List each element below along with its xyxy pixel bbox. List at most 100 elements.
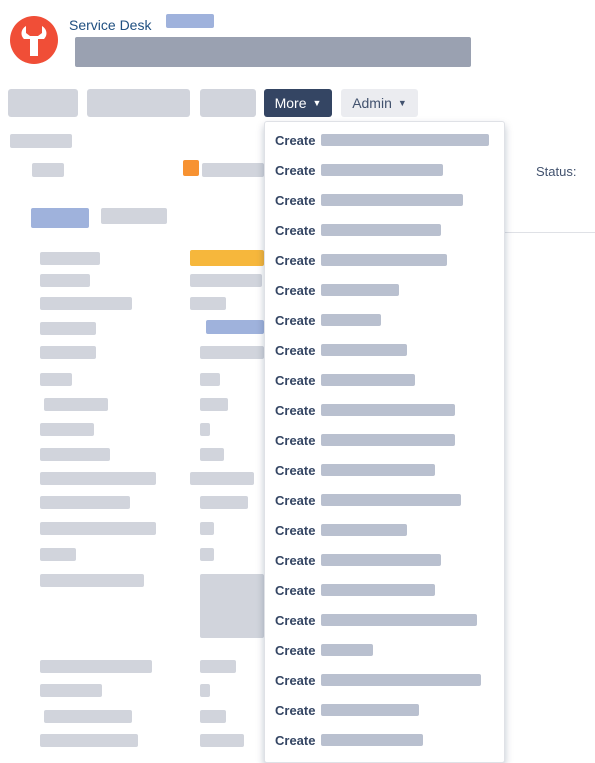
menu-item-redacted-text: [321, 374, 415, 386]
detail-label-redacted: [40, 496, 130, 509]
menu-item-redacted-text: [321, 194, 463, 206]
menu-item-create[interactable]: Create: [265, 635, 504, 665]
menu-item-create[interactable]: Create: [265, 665, 504, 695]
menu-item-redacted-text: [321, 704, 419, 716]
menu-item-create[interactable]: Create: [265, 575, 504, 605]
menu-item-create[interactable]: Create: [265, 545, 504, 575]
menu-item-redacted-text: [321, 344, 407, 356]
menu-item-create[interactable]: Create: [265, 395, 504, 425]
detail-value-redacted: [200, 398, 228, 411]
field-value-redacted: [202, 163, 264, 177]
chevron-down-icon: ▼: [397, 97, 407, 108]
menu-item-label: Create: [275, 282, 316, 298]
menu-item-create[interactable]: Create: [265, 725, 504, 755]
menu-item-redacted-text: [321, 524, 407, 536]
detail-label-redacted: [40, 297, 132, 310]
detail-label-redacted: [40, 660, 152, 673]
service-desk-logo-icon[interactable]: [10, 16, 58, 64]
menu-item-create[interactable]: Create: [265, 245, 504, 275]
menu-item-create[interactable]: Create: [265, 275, 504, 305]
tab-redacted-active[interactable]: [31, 208, 89, 228]
menu-item-create[interactable]: Create: [265, 125, 504, 155]
more-button-label: More: [274, 95, 307, 111]
more-dropdown-menu: Create Create Create Create Create Creat…: [264, 121, 505, 763]
menu-item-redacted-text: [321, 314, 381, 326]
menu-item-redacted-text: [321, 494, 461, 506]
menu-item-redacted-text: [321, 584, 435, 596]
detail-value-redacted: [200, 660, 236, 673]
detail-label-redacted: [40, 322, 96, 335]
menu-item-label: Create: [275, 612, 316, 628]
detail-value-redacted: [200, 373, 220, 386]
menu-item-create[interactable]: Create: [265, 605, 504, 635]
detail-value-redacted: [200, 574, 264, 638]
detail-value-redacted: [200, 448, 224, 461]
menu-item-redacted-text: [321, 134, 489, 146]
detail-label-redacted: [40, 472, 156, 485]
detail-label-redacted: [40, 274, 90, 287]
menu-item-label: Create: [275, 522, 316, 538]
detail-label-redacted: [40, 574, 144, 587]
detail-value-redacted: [200, 734, 244, 747]
detail-label-redacted: [44, 398, 108, 411]
tab-redacted[interactable]: [101, 208, 167, 224]
menu-item-redacted-text: [321, 164, 443, 176]
menu-item-redacted-text: [321, 644, 373, 656]
breadcrumb-project-redacted[interactable]: [166, 14, 214, 28]
detail-label-redacted: [44, 710, 132, 723]
menu-item-redacted-text: [321, 254, 447, 266]
menu-item-create[interactable]: Create: [265, 335, 504, 365]
field-label-redacted: [32, 163, 64, 177]
page-title-redacted: [75, 37, 471, 67]
admin-button-label: Admin: [352, 95, 392, 111]
menu-item-create[interactable]: Create: [265, 515, 504, 545]
menu-item-label: Create: [275, 312, 316, 328]
menu-item-label: Create: [275, 672, 316, 688]
detail-value-redacted: [200, 346, 264, 359]
status-label: Status:: [536, 164, 577, 179]
toolbar-button-redacted-1[interactable]: [8, 89, 78, 117]
menu-item-label: Create: [275, 492, 316, 508]
menu-item-label: Create: [275, 192, 316, 208]
menu-item-redacted-text: [321, 464, 435, 476]
menu-item-redacted-text: [321, 614, 477, 626]
issue-type-icon: [183, 160, 199, 176]
menu-item-create[interactable]: Create: [265, 695, 504, 725]
menu-item-label: Create: [275, 462, 316, 478]
menu-item-redacted-text: [321, 734, 423, 746]
menu-item-create[interactable]: Create: [265, 215, 504, 245]
detail-value-redacted: [200, 496, 248, 509]
status-divider: [505, 232, 595, 233]
menu-item-create[interactable]: Create: [265, 365, 504, 395]
menu-item-redacted-text: [321, 224, 441, 236]
more-button[interactable]: More ▼: [264, 89, 332, 117]
menu-item-create[interactable]: Create: [265, 185, 504, 215]
menu-item-redacted-text: [321, 404, 455, 416]
toolbar-button-redacted-3[interactable]: [200, 89, 256, 117]
menu-item-create[interactable]: Create: [265, 155, 504, 185]
menu-item-label: Create: [275, 132, 316, 148]
menu-item-redacted-text: [321, 434, 455, 446]
menu-item-create[interactable]: Create: [265, 485, 504, 515]
menu-item-create[interactable]: Create: [265, 305, 504, 335]
admin-button[interactable]: Admin ▼: [341, 89, 418, 117]
menu-item-redacted-text: [321, 284, 399, 296]
detail-label-redacted: [40, 448, 110, 461]
menu-item-label: Create: [275, 732, 316, 748]
menu-item-label: Create: [275, 162, 316, 178]
breadcrumb-service-desk[interactable]: Service Desk: [69, 17, 151, 33]
detail-label-redacted: [40, 346, 96, 359]
menu-item-create[interactable]: Create: [265, 425, 504, 455]
detail-link-redacted[interactable]: [206, 320, 264, 334]
detail-label-redacted: [40, 522, 156, 535]
detail-label-redacted: [40, 548, 76, 561]
detail-value-redacted: [200, 423, 210, 436]
menu-item-label: Create: [275, 372, 316, 388]
detail-value-redacted: [200, 522, 214, 535]
detail-value-redacted: [200, 684, 210, 697]
menu-item-label: Create: [275, 222, 316, 238]
toolbar-button-redacted-2[interactable]: [87, 89, 190, 117]
menu-item-label: Create: [275, 642, 316, 658]
menu-item-label: Create: [275, 252, 316, 268]
menu-item-create[interactable]: Create: [265, 455, 504, 485]
